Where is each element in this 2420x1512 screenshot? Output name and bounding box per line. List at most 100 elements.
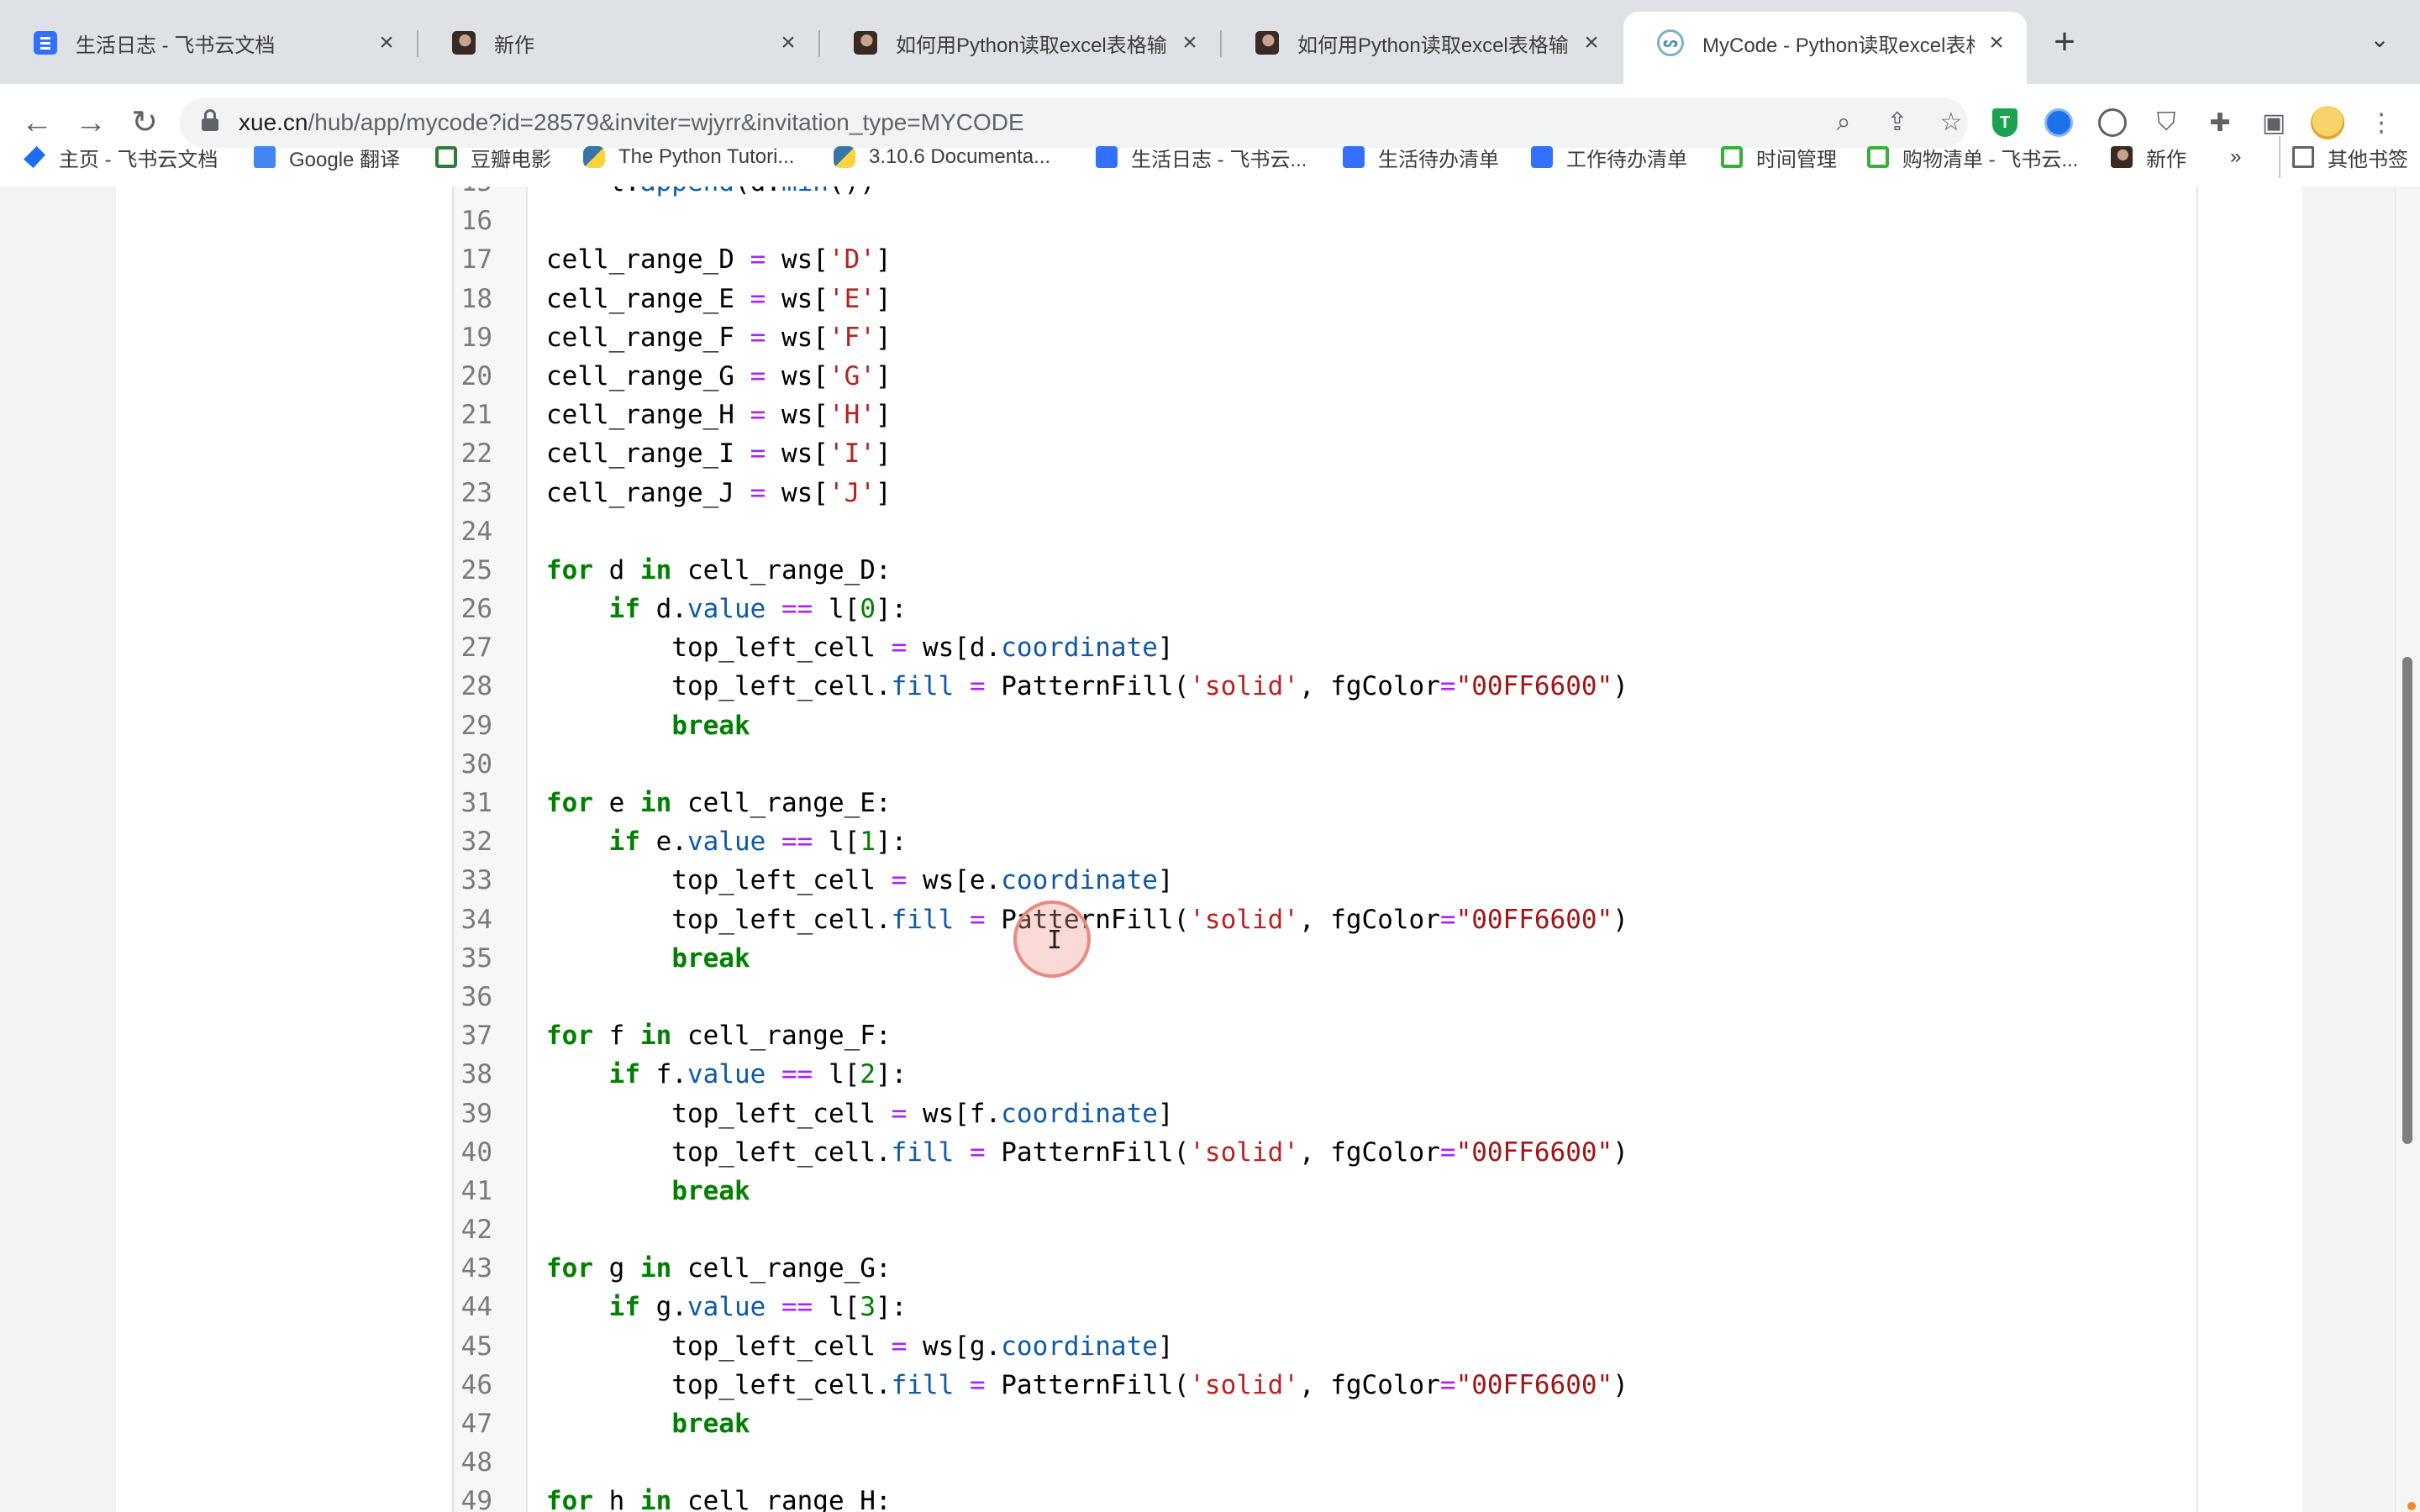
code-line[interactable]: 20 cell_range_G = ws['G'] [454, 357, 2198, 396]
code-line[interactable]: 43 for g in cell_range_G: [454, 1249, 2198, 1288]
code-line[interactable]: 48 [454, 1443, 2198, 1482]
code-text[interactable]: cell_range_F = ws['F'] [546, 318, 892, 357]
code-line[interactable]: 30 [454, 745, 2198, 784]
code-text[interactable]: top_left_cell.fill = PatternFill('solid'… [546, 1133, 1628, 1172]
tab-xinzuo[interactable]: 新作 × [418, 12, 818, 74]
other-bookmarks[interactable]: 其他书签 [2279, 136, 2408, 178]
page-scrollbar[interactable] [2395, 186, 2420, 1512]
code-line[interactable]: 36 [454, 978, 2198, 1016]
code-line[interactable]: 15 l.append(d.min()) [454, 186, 2198, 202]
bookmark-star-icon[interactable]: ☆ [1936, 108, 1966, 138]
close-icon[interactable]: × [1178, 30, 1202, 55]
code-text[interactable]: break [546, 1404, 750, 1443]
code-text[interactable]: cell_range_G = ws['G'] [546, 357, 892, 396]
code-text[interactable]: if e.value == l[1]: [546, 822, 908, 861]
code-text[interactable]: for g in cell_range_G: [546, 1249, 892, 1288]
code-line[interactable]: 37 for f in cell_range_F: [454, 1016, 2198, 1055]
code-text[interactable]: for f in cell_range_F: [546, 1016, 892, 1055]
zoom-icon[interactable]: ⌕ [1828, 108, 1859, 138]
code-line[interactable]: 41 break [454, 1172, 2198, 1210]
code-token: = [891, 633, 908, 664]
code-line[interactable]: 40 top_left_cell.fill = PatternFill('sol… [454, 1133, 2198, 1172]
code-text[interactable]: break [546, 1172, 750, 1210]
code-line[interactable]: 18 cell_range_E = ws['E'] [454, 280, 2198, 318]
code-line[interactable]: 26 if d.value == l[0]: [454, 590, 2198, 628]
code-text[interactable]: break [546, 706, 750, 745]
code-text[interactable]: if g.value == l[3]: [546, 1288, 908, 1326]
code-line[interactable]: 49 for h in cell_range_H: [454, 1482, 2198, 1512]
bookmark-item[interactable]: Google 翻译 [254, 136, 400, 178]
code-lines[interactable]: 15 l.append(d.min()) 16 17 cell_range_D = w… [454, 186, 2198, 1512]
code-line[interactable]: 31 for e in cell_range_E: [454, 784, 2198, 822]
code-text[interactable]: cell_range_H = ws['H'] [546, 396, 892, 434]
code-line[interactable]: 27 top_left_cell = ws[d.coordinate] [454, 628, 2198, 667]
code-text[interactable]: cell_range_D = ws['D'] [546, 240, 892, 279]
code-token: ws[e. [907, 865, 1002, 896]
bookmark-item[interactable]: 时间管理 [1721, 136, 1837, 178]
code-line[interactable]: 46 top_left_cell.fill = PatternFill('sol… [454, 1366, 2198, 1404]
code-line[interactable]: 25 for d in cell_range_D: [454, 551, 2198, 590]
bookmark-item[interactable]: 生活待办清单 [1343, 136, 1499, 178]
code-text[interactable]: if f.value == l[2]: [546, 1055, 908, 1094]
code-line[interactable]: 23 cell_range_J = ws['J'] [454, 474, 2198, 512]
code-text[interactable]: for d in cell_range_D: [546, 551, 892, 590]
code-text[interactable]: break [546, 939, 750, 978]
code-text[interactable]: if d.value == l[0]: [546, 590, 908, 628]
code-line[interactable]: 39 top_left_cell = ws[f.coordinate] [454, 1095, 2198, 1133]
bookmark-item[interactable]: 主页 - 飞书云文档 [24, 136, 218, 178]
close-icon[interactable]: × [776, 30, 800, 55]
tab-python-excel-1[interactable]: 如何用Python读取excel表格输出 × [820, 12, 1220, 74]
close-icon[interactable]: × [1985, 30, 2008, 55]
bookmark-item[interactable]: The Python Tutori... [583, 136, 794, 178]
code-text[interactable]: cell_range_E = ws['E'] [546, 280, 892, 318]
tab-mycode-active[interactable]: ᔕ MyCode - Python读取excel表格 × [1623, 12, 2027, 84]
code-line[interactable]: 44 if g.value == l[3]: [454, 1288, 2198, 1326]
bookmark-item[interactable]: 生活日志 - 飞书云... [1096, 136, 1307, 178]
bookmark-item[interactable]: 3.10.6 Documenta... [834, 136, 1050, 178]
bookmark-item[interactable]: 工作待办清单 [1531, 136, 1687, 178]
code-text[interactable]: cell_range_J = ws['J'] [546, 474, 892, 512]
code-line[interactable]: 21 cell_range_H = ws['H'] [454, 396, 2198, 434]
code-line[interactable]: 32 if e.value == l[1]: [454, 822, 2198, 861]
tab-feishu-life-log[interactable]: 生活日志 - 飞书云文档 × [0, 12, 417, 74]
code-line[interactable]: 35 break [454, 939, 2198, 978]
bookmark-item[interactable]: 新作 [2111, 136, 2186, 178]
scrollbar-thumb[interactable] [2402, 657, 2412, 1144]
code-line[interactable]: 38 if f.value == l[2]: [454, 1055, 2198, 1094]
bookmark-item[interactable]: 购物清单 - 飞书云... [1867, 136, 2078, 178]
close-icon[interactable]: × [1580, 30, 1603, 55]
bookmarks-overflow-button[interactable]: » [2230, 136, 2241, 178]
code-line[interactable]: 16 [454, 202, 2198, 240]
code-line[interactable]: 33 top_left_cell = ws[e.coordinate] [454, 861, 2198, 900]
code-line[interactable]: 29 break [454, 706, 2198, 745]
code-line[interactable]: 28 top_left_cell.fill = PatternFill('sol… [454, 667, 2198, 706]
code-text[interactable]: top_left_cell = ws[f.coordinate] [546, 1095, 1173, 1133]
code-line[interactable]: 47 break [454, 1404, 2198, 1443]
lock-icon[interactable] [202, 109, 218, 131]
code-text[interactable]: top_left_cell.fill = PatternFill('solid'… [546, 667, 1628, 706]
code-line[interactable]: 24 [454, 512, 2198, 551]
code-text[interactable]: cell_range_I = ws['I'] [546, 434, 892, 473]
tab-search-chevron-icon[interactable]: ⌄ [2363, 25, 2396, 59]
code-text[interactable]: for e in cell_range_E: [546, 784, 892, 822]
tab-python-excel-2[interactable]: 如何用Python读取excel表格输出 × [1222, 12, 1622, 74]
line-number: 42 [460, 1215, 492, 1246]
code-line[interactable]: 34 top_left_cell.fill = PatternFill('sol… [454, 900, 2198, 939]
close-icon[interactable]: × [375, 30, 398, 55]
code-line[interactable]: 42 [454, 1210, 2198, 1249]
share-icon[interactable]: ⇪ [1882, 108, 1912, 138]
new-tab-button[interactable]: + [2044, 22, 2086, 64]
code-text[interactable]: for h in cell_range_H: [546, 1482, 892, 1512]
code-line[interactable]: 19 cell_range_F = ws['F'] [454, 318, 2198, 357]
code-line[interactable]: 45 top_left_cell = ws[g.coordinate] [454, 1327, 2198, 1366]
code-text[interactable]: top_left_cell = ws[d.coordinate] [546, 628, 1173, 667]
code-text[interactable]: top_left_cell = ws[e.coordinate] [546, 861, 1173, 900]
code-token: l[ [813, 594, 860, 625]
code-line[interactable]: 22 cell_range_I = ws['I'] [454, 434, 2198, 473]
code-text[interactable]: top_left_cell.fill = PatternFill('solid'… [546, 1366, 1628, 1404]
bookmark-item[interactable]: 豆瓣电影 [435, 136, 551, 178]
code-text[interactable]: l.append(d.min()) [546, 186, 876, 202]
code-line[interactable]: 17 cell_range_D = ws['D'] [454, 240, 2198, 279]
code-text[interactable]: top_left_cell = ws[g.coordinate] [546, 1327, 1173, 1366]
code-editor[interactable]: 15 l.append(d.min()) 16 17 cell_range_D = w… [452, 186, 2198, 1512]
